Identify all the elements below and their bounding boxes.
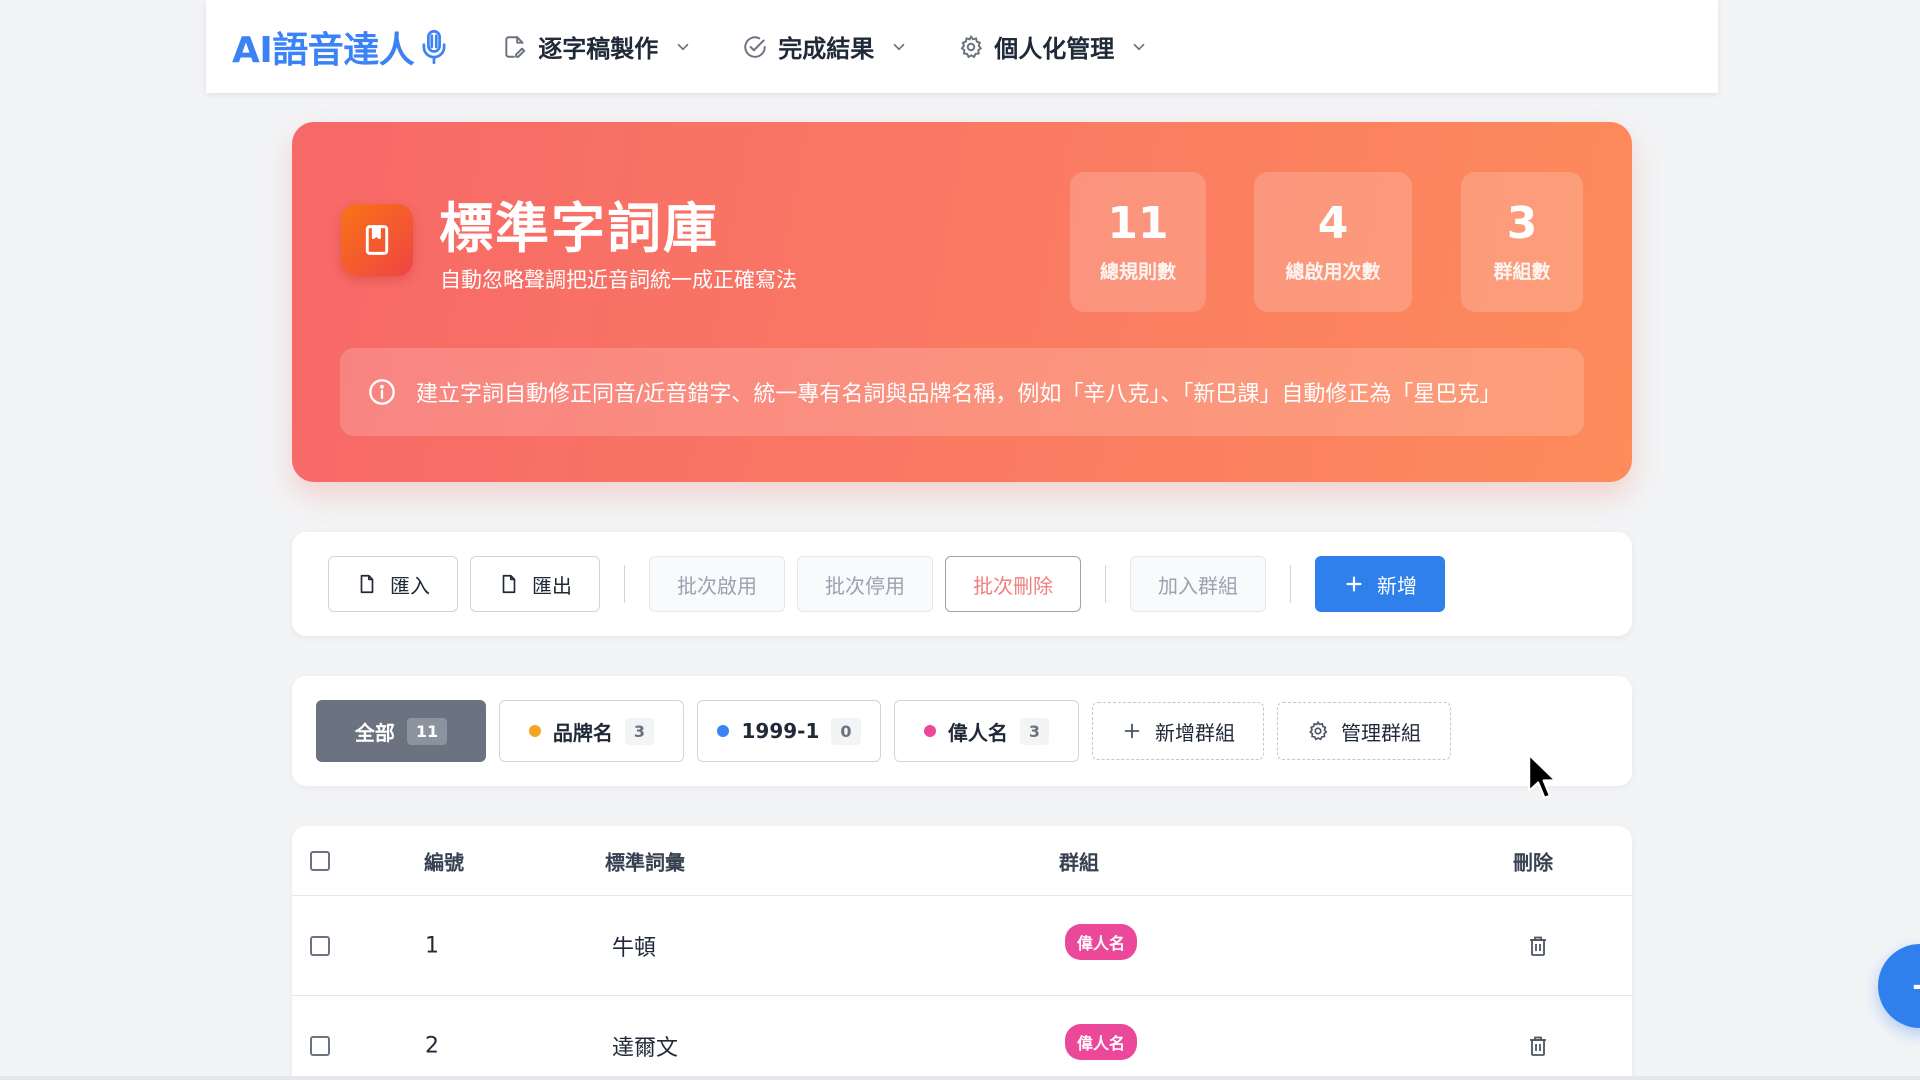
stat-value: 11	[1107, 198, 1169, 250]
row-term: 牛頓	[612, 935, 657, 961]
nav-item-label: 逐字稿製作	[538, 35, 659, 63]
group-count: 0	[831, 717, 861, 745]
select-all-checkbox[interactable]	[310, 850, 330, 871]
file-icon	[360, 574, 374, 594]
nav-menu: 逐字稿製作 完成結果 個人化管理	[502, 29, 1148, 64]
plus-icon: +	[1910, 966, 1920, 1007]
edit-file-icon	[505, 35, 526, 58]
add-label: 新增	[1377, 573, 1417, 598]
brand-logo[interactable]: AI語音達人	[232, 21, 448, 73]
nav-item-personalization[interactable]: 個人化管理	[958, 29, 1148, 64]
group-label: 1999-1	[741, 719, 820, 743]
mouse-cursor-icon	[1528, 753, 1557, 799]
info-text: 建立字詞自動修正同音/近音錯字、統一專有名詞與品牌名稱，例如「辛八克」、「新巴課…	[416, 382, 1502, 407]
floating-add-button[interactable]: +	[1878, 944, 1920, 1028]
table-row[interactable]: 2 達爾文 偉人名	[292, 996, 1632, 1080]
import-label: 匯入	[390, 573, 430, 598]
book-icon	[341, 204, 413, 276]
action-toolbar: 匯入 匯出 批次啟用 批次停用 批次刪除 加入群組 新增	[292, 532, 1632, 636]
row-checkbox[interactable]	[310, 1035, 330, 1056]
batch-enable-button[interactable]: 批次啟用	[649, 556, 785, 612]
group-chip-all[interactable]: 全部 11	[316, 700, 486, 762]
stat-label: 總規則數	[1099, 260, 1176, 283]
group-label: 品牌名	[552, 720, 613, 745]
add-button[interactable]: 新增	[1315, 556, 1445, 612]
group-chip-1999-1[interactable]: 1999-1 0	[697, 700, 881, 762]
trash-icon[interactable]	[1528, 935, 1548, 957]
manage-group-label: 管理群組	[1341, 720, 1421, 745]
row-term: 達爾文	[612, 1035, 679, 1061]
group-color-dot	[528, 725, 541, 737]
file-icon	[502, 574, 516, 594]
terms-table: 編號 標準詞彙 群組 刪除 1 牛頓 偉人名 2 達爾文 偉人名	[292, 826, 1632, 1080]
import-button[interactable]: 匯入	[328, 556, 458, 612]
header-delete: 刪除	[1513, 850, 1553, 874]
stat-label: 群組數	[1493, 260, 1551, 283]
chevron-down-icon	[677, 43, 689, 50]
stat-label: 總啟用次數	[1285, 260, 1381, 283]
brand-name: AI語音達人	[232, 29, 415, 71]
add-group-button[interactable]: 新增群組	[1092, 702, 1264, 760]
check-circle-icon	[744, 35, 766, 58]
add-group-label: 新增群組	[1155, 720, 1235, 745]
info-icon	[369, 379, 395, 405]
group-chip-great-people[interactable]: 偉人名 3	[894, 700, 1079, 762]
nav-item-label: 完成結果	[778, 35, 875, 63]
group-filter-bar: 全部 11 品牌名 3 1999-1 0 偉人名 3 新增群組 管理群組	[292, 676, 1632, 786]
page-title: 標準字詞庫	[439, 197, 719, 260]
toolbar-divider	[1290, 565, 1291, 603]
plus-icon	[1124, 723, 1140, 739]
nav-item-transcript[interactable]: 逐字稿製作	[502, 29, 692, 64]
info-banner: 建立字詞自動修正同音/近音錯字、統一專有名詞與品牌名稱，例如「辛八克」、「新巴課…	[340, 348, 1584, 436]
header-term: 標準詞彙	[605, 850, 685, 874]
toolbar-divider	[1105, 565, 1106, 603]
group-tag: 偉人名	[1065, 1023, 1138, 1060]
row-checkbox[interactable]	[310, 935, 330, 956]
plus-icon	[1346, 576, 1362, 592]
group-color-dot	[717, 725, 730, 737]
stat-value: 4	[1317, 198, 1349, 250]
group-count: 3	[624, 717, 655, 745]
trash-icon[interactable]	[1528, 1035, 1548, 1057]
stat-total-rules: 11 總規則數	[1070, 172, 1206, 312]
batch-delete-button[interactable]: 批次刪除	[945, 556, 1081, 612]
gear-icon	[960, 34, 983, 58]
gear-icon	[1309, 720, 1328, 741]
stat-total-enabled: 4 總啟用次數	[1254, 172, 1412, 312]
header-number: 編號	[424, 850, 464, 874]
chevron-down-icon	[893, 43, 905, 50]
stat-group-count: 3 群組數	[1461, 172, 1583, 312]
group-tag: 偉人名	[1065, 923, 1138, 960]
microphone-icon	[422, 29, 446, 64]
row-number: 2	[425, 1033, 439, 1058]
export-button[interactable]: 匯出	[470, 556, 600, 612]
toolbar-divider	[624, 565, 625, 603]
export-label: 匯出	[532, 573, 572, 598]
table-row[interactable]: 1 牛頓 偉人名	[292, 896, 1632, 996]
group-label: 偉人名	[947, 720, 1008, 745]
group-count: 3	[1019, 717, 1050, 745]
bottom-border	[0, 1076, 1920, 1080]
group-count: 11	[406, 717, 448, 745]
group-label: 全部	[354, 720, 395, 745]
row-number: 1	[425, 933, 439, 958]
batch-disable-button[interactable]: 批次停用	[797, 556, 933, 612]
stat-value: 3	[1506, 198, 1538, 250]
add-to-group-button[interactable]: 加入群組	[1130, 556, 1266, 612]
group-chip-brand[interactable]: 品牌名 3	[499, 700, 684, 762]
table-header: 編號 標準詞彙 群組 刪除	[292, 826, 1632, 896]
top-navbar: AI語音達人 逐字稿製作 完成結果 個人化管理	[206, 0, 1718, 93]
nav-item-label: 個人化管理	[994, 35, 1115, 63]
group-color-dot	[923, 725, 936, 737]
page-subtitle: 自動忽略聲調把近音詞統一成正確寫法	[440, 268, 797, 292]
manage-group-button[interactable]: 管理群組	[1277, 702, 1451, 760]
header-group: 群組	[1059, 850, 1099, 874]
hero-banner: 標準字詞庫 自動忽略聲調把近音詞統一成正確寫法 11 總規則數 4 總啟用次數 …	[292, 122, 1632, 482]
nav-item-results[interactable]: 完成結果	[742, 29, 908, 64]
chevron-down-icon	[1133, 43, 1145, 50]
